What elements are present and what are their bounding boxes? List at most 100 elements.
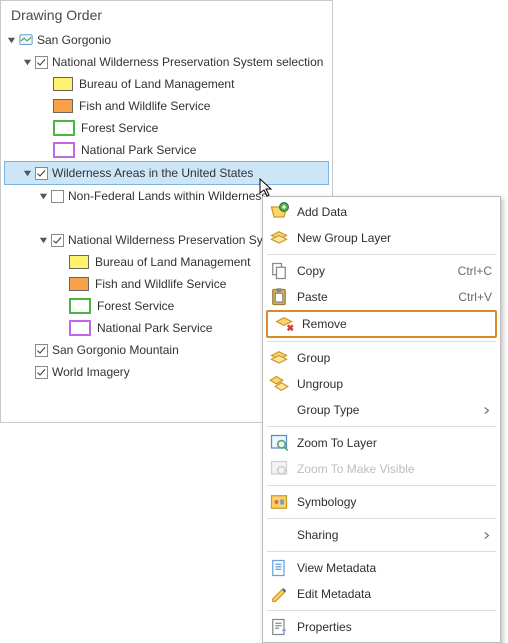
menu-shortcut: Ctrl+V bbox=[450, 290, 492, 304]
visibility-checkbox[interactable] bbox=[35, 167, 48, 180]
menu-separator bbox=[267, 610, 496, 611]
menu-item-zoom-to-layer[interactable]: Zoom To Layer bbox=[263, 430, 500, 456]
legend-swatch bbox=[53, 120, 75, 136]
menu-label: Properties bbox=[297, 620, 492, 634]
menu-separator bbox=[267, 254, 496, 255]
map-root-label: San Gorgonio bbox=[37, 33, 115, 47]
layer-row-selected[interactable]: Wilderness Areas in the United States bbox=[4, 161, 329, 185]
legend-label: National Park Service bbox=[97, 321, 216, 335]
highlighted-menu-item: Remove bbox=[266, 310, 497, 338]
legend-row: Bureau of Land Management bbox=[5, 73, 328, 95]
visibility-checkbox[interactable] bbox=[51, 190, 64, 203]
expand-arrow-icon[interactable] bbox=[5, 34, 17, 46]
menu-label: Group bbox=[297, 351, 492, 365]
menu-label: Copy bbox=[297, 264, 450, 278]
legend-swatch bbox=[69, 255, 89, 269]
menu-item-edit-metadata[interactable]: Edit Metadata bbox=[263, 581, 500, 607]
legend-label: National Park Service bbox=[81, 143, 200, 157]
menu-item-symbology[interactable]: Symbology bbox=[263, 489, 500, 515]
menu-item-zoom-to-make-visible: Zoom To Make Visible bbox=[263, 456, 500, 482]
expand-arrow-icon[interactable] bbox=[37, 190, 49, 202]
menu-item-copy[interactable]: Copy Ctrl+C bbox=[263, 258, 500, 284]
zoom-layer-icon bbox=[269, 433, 289, 453]
layer-label: Non-Federal Lands within Wilderness bbox=[68, 189, 271, 203]
menu-label: New Group Layer bbox=[297, 231, 492, 245]
menu-label: Paste bbox=[297, 290, 450, 304]
map-root-row[interactable]: San Gorgonio bbox=[5, 29, 328, 51]
expand-arrow-icon[interactable] bbox=[21, 56, 33, 68]
group-icon bbox=[269, 348, 289, 368]
menu-separator bbox=[267, 551, 496, 552]
legend-label: Fish and Wildlife Service bbox=[95, 277, 230, 291]
legend-swatch bbox=[53, 142, 75, 158]
menu-item-properties[interactable]: Properties bbox=[263, 614, 500, 640]
copy-icon bbox=[269, 261, 289, 281]
legend-swatch bbox=[69, 320, 91, 336]
legend-label: Bureau of Land Management bbox=[95, 255, 254, 269]
visibility-checkbox[interactable] bbox=[51, 234, 64, 247]
menu-item-sharing[interactable]: Sharing bbox=[263, 522, 500, 548]
expand-arrow-icon[interactable] bbox=[21, 167, 33, 179]
menu-item-paste[interactable]: Paste Ctrl+V bbox=[263, 284, 500, 310]
group-layer-icon bbox=[269, 228, 289, 248]
menu-label: Edit Metadata bbox=[297, 587, 492, 601]
remove-icon bbox=[274, 314, 294, 334]
layer-label: National Wilderness Preservation Syste bbox=[68, 233, 283, 247]
menu-item-group-type[interactable]: Group Type bbox=[263, 397, 500, 423]
legend-swatch bbox=[69, 211, 89, 225]
menu-item-group[interactable]: Group bbox=[263, 345, 500, 371]
menu-separator bbox=[267, 485, 496, 486]
legend-swatch bbox=[69, 298, 91, 314]
legend-label: Forest Service bbox=[81, 121, 162, 135]
legend-label: Fish and Wildlife Service bbox=[79, 99, 214, 113]
menu-label: Symbology bbox=[297, 495, 492, 509]
layer-label: World Imagery bbox=[52, 365, 134, 379]
properties-icon bbox=[269, 617, 289, 637]
layer-label: Wilderness Areas in the United States bbox=[52, 166, 257, 180]
legend-row: National Park Service bbox=[5, 139, 328, 161]
menu-shortcut: Ctrl+C bbox=[450, 264, 492, 278]
menu-item-new-group-layer[interactable]: New Group Layer bbox=[263, 225, 500, 251]
layer-label: National Wilderness Preservation System … bbox=[52, 55, 327, 69]
menu-item-add-data[interactable]: Add Data bbox=[263, 199, 500, 225]
legend-row: Fish and Wildlife Service bbox=[5, 95, 328, 117]
blank-icon bbox=[269, 400, 289, 420]
legend-swatch bbox=[69, 277, 89, 291]
context-menu: Add Data New Group Layer Copy Ctrl+C Pas… bbox=[262, 196, 501, 643]
panel-title: Drawing Order bbox=[1, 1, 332, 27]
menu-label: Add Data bbox=[297, 205, 492, 219]
zoom-visible-icon bbox=[269, 459, 289, 479]
ungroup-icon bbox=[269, 374, 289, 394]
menu-label: View Metadata bbox=[297, 561, 492, 575]
layer-label: San Gorgonio Mountain bbox=[52, 343, 183, 357]
menu-separator bbox=[267, 341, 496, 342]
submenu-chevron-icon bbox=[482, 406, 492, 415]
edit-metadata-icon bbox=[269, 584, 289, 604]
add-data-icon bbox=[269, 202, 289, 222]
visibility-checkbox[interactable] bbox=[35, 366, 48, 379]
map-icon bbox=[19, 33, 33, 47]
view-metadata-icon bbox=[269, 558, 289, 578]
legend-swatch bbox=[53, 99, 73, 113]
menu-separator bbox=[267, 518, 496, 519]
menu-label: Ungroup bbox=[297, 377, 492, 391]
visibility-checkbox[interactable] bbox=[35, 344, 48, 357]
menu-item-ungroup[interactable]: Ungroup bbox=[263, 371, 500, 397]
legend-label: Bureau of Land Management bbox=[79, 77, 238, 91]
menu-label: Zoom To Make Visible bbox=[297, 462, 492, 476]
visibility-checkbox[interactable] bbox=[35, 56, 48, 69]
submenu-chevron-icon bbox=[482, 531, 492, 540]
expand-arrow-icon[interactable] bbox=[37, 234, 49, 246]
menu-label: Sharing bbox=[297, 528, 482, 542]
menu-item-remove[interactable]: Remove bbox=[268, 312, 495, 336]
legend-swatch bbox=[53, 77, 73, 91]
symbology-icon bbox=[269, 492, 289, 512]
blank-icon bbox=[269, 525, 289, 545]
layer-row[interactable]: National Wilderness Preservation System … bbox=[5, 51, 328, 73]
legend-label: Forest Service bbox=[97, 299, 178, 313]
menu-separator bbox=[267, 426, 496, 427]
menu-item-view-metadata[interactable]: View Metadata bbox=[263, 555, 500, 581]
menu-label: Group Type bbox=[297, 403, 482, 417]
menu-label: Zoom To Layer bbox=[297, 436, 492, 450]
paste-icon bbox=[269, 287, 289, 307]
